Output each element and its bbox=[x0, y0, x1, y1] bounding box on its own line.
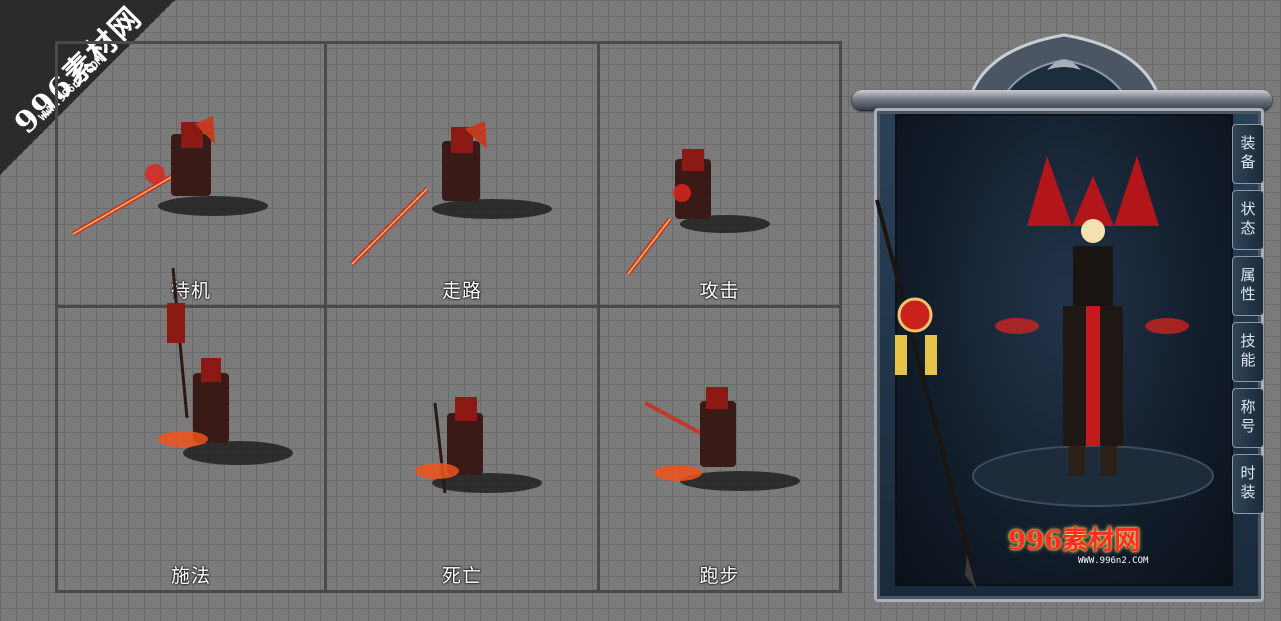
action-cell-attack: 攻击 bbox=[600, 44, 839, 308]
action-label: 施法 bbox=[170, 565, 211, 587]
spear-weapon bbox=[875, 199, 977, 590]
panel-side-tabs: 装备 状态 属性 技能 称号 时装 bbox=[1232, 124, 1264, 514]
action-label: 跑步 bbox=[699, 565, 740, 587]
action-cell-run: 跑步 bbox=[600, 308, 839, 590]
action-label: 走路 bbox=[441, 280, 482, 302]
action-cell-cast: 施法 bbox=[58, 267, 327, 590]
action-cell-walk: 走路 bbox=[327, 44, 600, 308]
action-label: 攻击 bbox=[699, 280, 740, 302]
warrior-death-sprite bbox=[415, 397, 542, 494]
tab-equipment[interactable]: 装备 bbox=[1232, 124, 1264, 184]
warrior-walk-sprite bbox=[350, 121, 552, 266]
tab-status[interactable]: 状态 bbox=[1232, 190, 1264, 250]
tab-skills[interactable]: 技能 bbox=[1232, 322, 1264, 382]
tab-attributes[interactable]: 属性 bbox=[1232, 256, 1264, 316]
warrior-run-sprite bbox=[644, 387, 800, 491]
panel-logo: 996素材网 bbox=[1008, 526, 1141, 556]
character-panel: 装备 状态 属性 技能 称号 时装 996素材网 WWW.996n2.COM bbox=[852, 30, 1272, 602]
panel-top-bar bbox=[852, 90, 1272, 110]
action-label: 死亡 bbox=[441, 565, 482, 587]
tab-titles[interactable]: 称号 bbox=[1232, 388, 1264, 448]
panel-logo-url: WWW.996n2.COM bbox=[1078, 556, 1149, 566]
warrior-attack-sprite bbox=[626, 149, 770, 276]
warrior-cast-sprite bbox=[158, 267, 293, 465]
warrior-idle-sprite bbox=[71, 116, 268, 237]
action-cell-death: 死亡 bbox=[327, 308, 600, 590]
action-grid: 待机 走路 攻击 施法 死亡 跑步 bbox=[55, 41, 842, 593]
tab-fashion[interactable]: 时装 bbox=[1232, 454, 1264, 514]
